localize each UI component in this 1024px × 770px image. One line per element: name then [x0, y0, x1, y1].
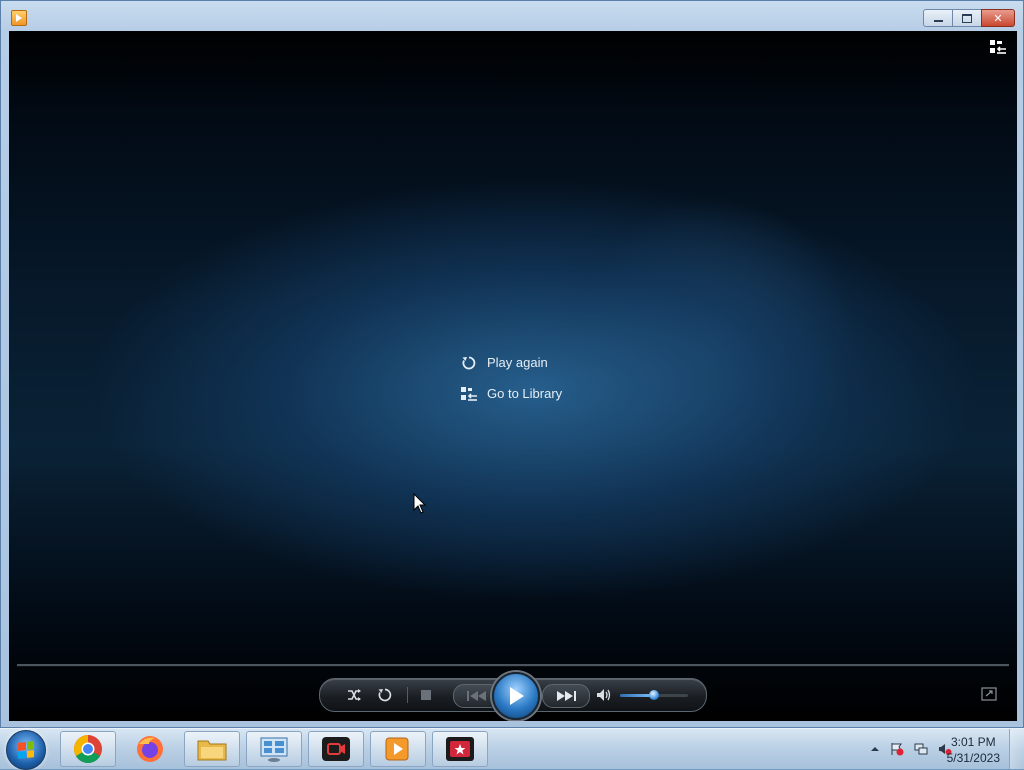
video-editor-icon — [446, 737, 474, 761]
windows-logo-icon — [18, 741, 34, 759]
maximize-icon — [962, 13, 972, 23]
volume-knob[interactable] — [649, 690, 659, 700]
end-of-playback-menu: Play again Go to Library — [459, 347, 562, 409]
close-button[interactable]: ✕ — [981, 9, 1015, 27]
minimize-button[interactable] — [923, 9, 953, 27]
system-tray: 3:01 PM 5/31/2023 — [844, 729, 1024, 769]
media-player-icon — [385, 737, 409, 761]
taskbar-firefox[interactable] — [122, 731, 178, 767]
playback-controls — [319, 672, 707, 720]
firefox-icon — [137, 736, 163, 762]
show-hidden-icons-icon[interactable] — [868, 742, 882, 756]
taskbar-video-editor[interactable] — [432, 731, 488, 767]
repeat-button[interactable] — [375, 685, 395, 705]
fullscreen-icon[interactable] — [981, 687, 997, 701]
next-button[interactable] — [542, 684, 590, 708]
shuffle-button[interactable] — [344, 685, 364, 705]
mute-button[interactable] — [594, 685, 614, 705]
play-again-label: Play again — [487, 355, 548, 370]
mouse-cursor-icon — [413, 493, 427, 514]
previous-icon — [467, 691, 486, 701]
library-icon — [459, 384, 479, 404]
start-button[interactable] — [6, 730, 46, 770]
separator — [407, 687, 408, 703]
chrome-icon — [74, 735, 102, 763]
next-icon — [557, 691, 576, 701]
shuffle-icon — [348, 689, 361, 701]
taskbar-screen-recorder[interactable] — [308, 731, 364, 767]
media-player-window: ✕ Play again Go to Library — [0, 0, 1024, 728]
minimize-icon — [933, 20, 943, 22]
play-icon — [510, 687, 524, 705]
file-explorer-icon — [197, 740, 227, 761]
now-playing-area[interactable]: Play again Go to Library — [9, 31, 1017, 721]
close-icon: ✕ — [993, 12, 1003, 25]
maximize-button[interactable] — [952, 9, 982, 27]
play-again-link[interactable]: Play again — [459, 347, 562, 378]
taskbar-clock[interactable]: 3:01 PM 5/31/2023 — [947, 734, 1000, 766]
taskbar-media-player[interactable] — [370, 731, 426, 767]
screen-recorder-icon — [322, 737, 350, 761]
taskbar-chrome[interactable] — [60, 731, 116, 767]
stop-icon — [421, 690, 431, 700]
title-bar[interactable]: ✕ — [1, 1, 1023, 31]
repeat-icon — [378, 688, 392, 702]
go-to-library-link[interactable]: Go to Library — [459, 378, 562, 409]
control-panel-icon — [260, 737, 288, 762]
taskbar-file-explorer[interactable] — [184, 731, 240, 767]
switch-to-library-icon[interactable] — [989, 39, 1007, 55]
network-icon[interactable] — [914, 742, 928, 756]
volume-slider[interactable] — [620, 690, 688, 700]
taskbar: 3:01 PM 5/31/2023 — [0, 728, 1024, 770]
taskbar-control-panel[interactable] — [246, 731, 302, 767]
action-center-flag-icon[interactable] — [890, 742, 904, 756]
media-player-icon[interactable] — [11, 10, 27, 26]
replay-icon — [459, 353, 479, 373]
show-desktop-button[interactable] — [1009, 729, 1024, 769]
seek-bar[interactable] — [17, 664, 1009, 667]
speaker-icon — [597, 689, 611, 701]
clock-time: 3:01 PM — [950, 735, 996, 749]
window-controls: ✕ — [923, 9, 1015, 27]
clock-date: 5/31/2023 — [946, 751, 1000, 765]
go-to-library-label: Go to Library — [487, 386, 563, 401]
stop-button[interactable] — [416, 685, 436, 705]
play-button[interactable] — [492, 672, 540, 720]
